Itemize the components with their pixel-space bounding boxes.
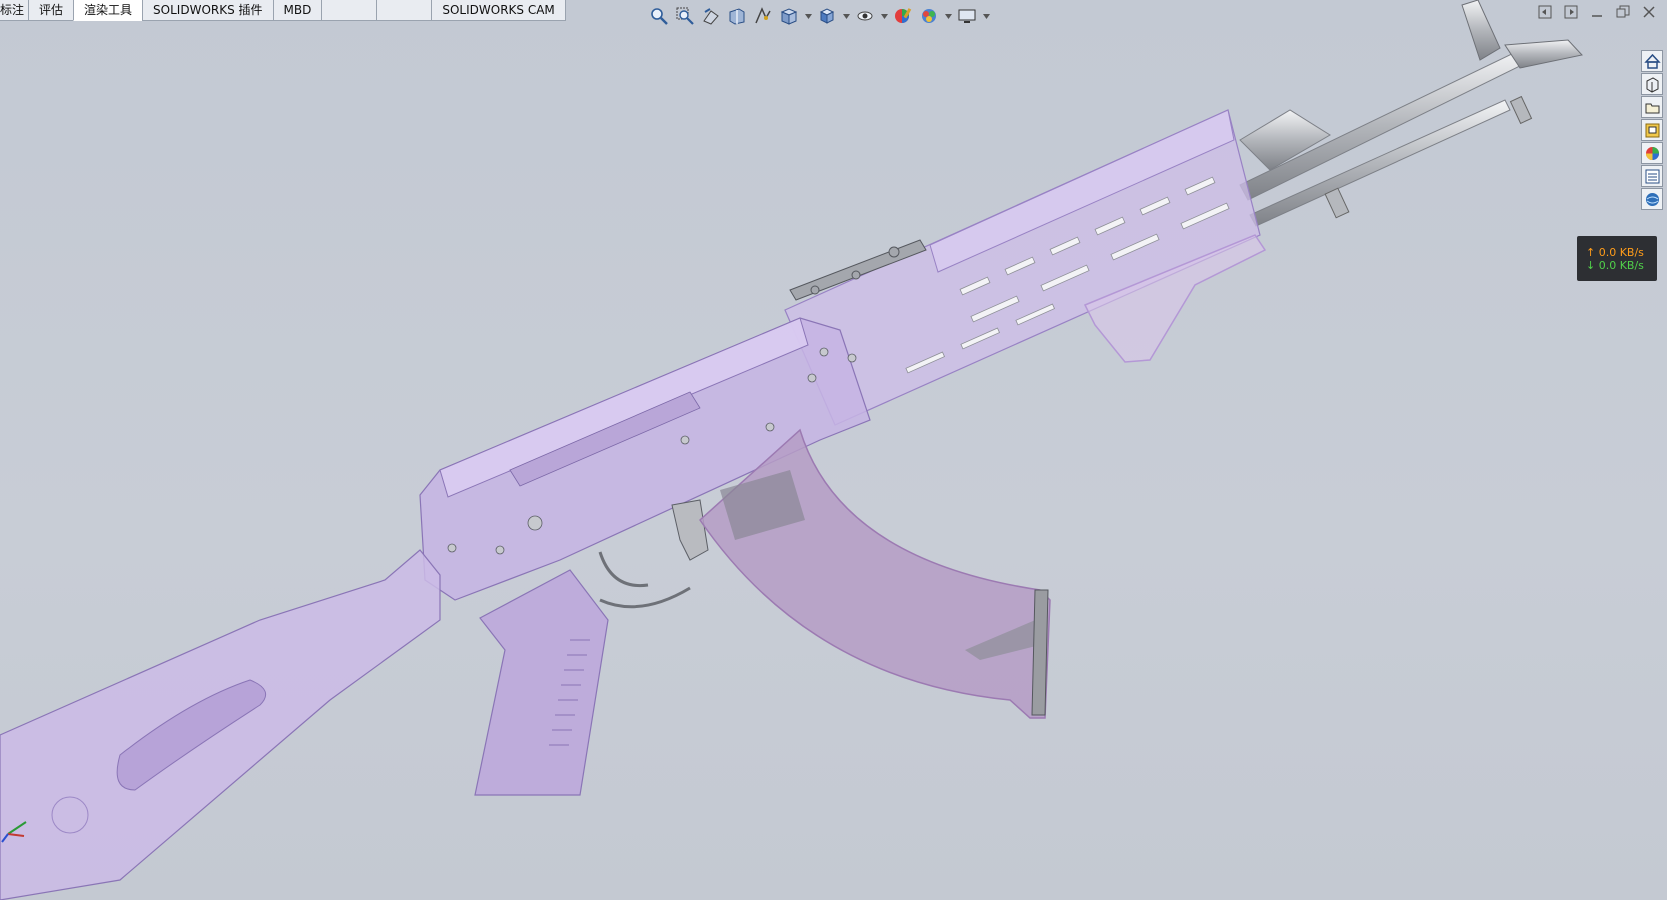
- tab-solidworks-cam[interactable]: SOLIDWORKS CAM: [431, 0, 566, 21]
- close-icon[interactable]: [1641, 4, 1657, 20]
- dynamic-annotation-icon[interactable]: [752, 5, 774, 27]
- tile-right-icon[interactable]: [1563, 4, 1579, 20]
- command-manager-tabs: 标注 评估 渲染工具 SOLIDWORKS 插件 MBD SOLIDWORKS …: [0, 0, 566, 22]
- restore-icon[interactable]: [1615, 4, 1631, 20]
- chevron-down-icon[interactable]: [804, 5, 812, 27]
- previous-view-icon[interactable]: [700, 5, 722, 27]
- solidworks-forum-icon[interactable]: [1641, 188, 1663, 210]
- design-library-icon[interactable]: [1641, 73, 1663, 95]
- hide-show-items-icon[interactable]: [854, 5, 876, 27]
- download-speed-value: 0.0 KB/s: [1598, 258, 1644, 272]
- tab-render-tools[interactable]: 渲染工具: [73, 0, 144, 21]
- upload-speed: ↑ 0.0 KB/s: [1586, 245, 1644, 259]
- magazine: [699, 428, 1051, 719]
- tile-left-icon[interactable]: [1537, 4, 1553, 20]
- tab-solidworks-addins[interactable]: SOLIDWORKS 插件: [142, 0, 274, 21]
- graphics-area[interactable]: 标注 评估 渲染工具 SOLIDWORKS 插件 MBD SOLIDWORKS …: [0, 0, 1667, 900]
- view-palette-icon[interactable]: [1641, 119, 1663, 141]
- file-explorer-icon[interactable]: [1641, 96, 1663, 118]
- custom-properties-icon[interactable]: [1641, 165, 1663, 187]
- edit-appearance-icon[interactable]: [892, 5, 914, 27]
- minimize-icon[interactable]: [1589, 4, 1605, 20]
- chevron-down-icon[interactable]: [944, 5, 952, 27]
- chevron-down-icon[interactable]: [842, 5, 850, 27]
- stock: [0, 549, 441, 900]
- tab-blank-1[interactable]: [321, 0, 378, 21]
- apply-scene-icon[interactable]: [918, 5, 940, 27]
- rifle-model[interactable]: [0, 0, 1667, 900]
- chevron-down-icon[interactable]: [982, 5, 990, 27]
- pistol-grip: [474, 569, 609, 796]
- section-view-icon[interactable]: [726, 5, 748, 27]
- tab-blank-2[interactable]: [376, 0, 433, 21]
- window-controls: [1537, 4, 1657, 20]
- home-icon[interactable]: [1641, 50, 1663, 72]
- barrel: [1239, 0, 1583, 227]
- task-pane-tabs: [1641, 50, 1665, 210]
- chevron-down-icon[interactable]: [880, 5, 888, 27]
- network-speed-widget: ↑ 0.0 KB/s ↓ 0.0 KB/s: [1577, 236, 1657, 281]
- view-settings-icon[interactable]: [956, 5, 978, 27]
- upload-speed-value: 0.0 KB/s: [1598, 245, 1644, 259]
- heads-up-view-toolbar: [648, 4, 990, 28]
- tab-evaluate[interactable]: 评估: [28, 0, 75, 21]
- download-speed: ↓ 0.0 KB/s: [1586, 258, 1644, 272]
- tab-mbd[interactable]: MBD: [272, 0, 323, 21]
- appearances-icon[interactable]: [1641, 142, 1663, 164]
- zoom-to-area-icon[interactable]: [674, 5, 696, 27]
- display-style-icon[interactable]: [816, 5, 838, 27]
- view-orientation-icon[interactable]: [778, 5, 800, 27]
- tab-annotation[interactable]: 标注: [0, 0, 30, 21]
- zoom-to-fit-icon[interactable]: [648, 5, 670, 27]
- reference-triad: [1, 821, 27, 843]
